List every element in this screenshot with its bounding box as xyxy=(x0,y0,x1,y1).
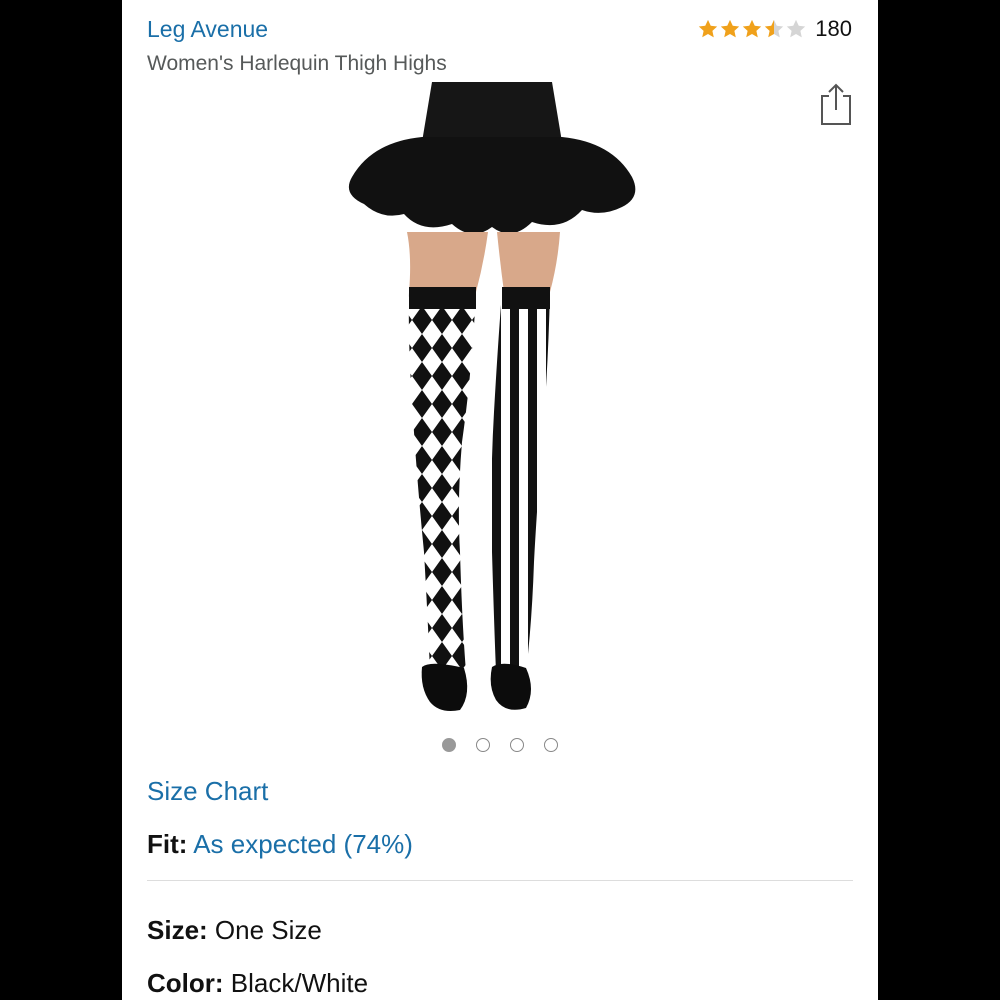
star-rating xyxy=(697,18,807,40)
color-value: Black/White xyxy=(230,968,369,998)
page-dot[interactable] xyxy=(442,738,456,752)
product-image[interactable] xyxy=(312,82,672,722)
page-dot[interactable] xyxy=(510,738,524,752)
color-info: Color: Black/White xyxy=(147,968,368,999)
size-value: One Size xyxy=(214,915,322,945)
star-icon xyxy=(699,19,718,38)
half-star-icon xyxy=(765,19,784,38)
star-icon xyxy=(721,19,740,38)
rating-count: 180 xyxy=(815,16,852,41)
page-dot[interactable] xyxy=(544,738,558,752)
brand-link[interactable]: Leg Avenue xyxy=(147,16,268,43)
share-icon[interactable] xyxy=(819,82,853,126)
left-black-bar xyxy=(0,0,122,1000)
product-panel: Leg Avenue Women's Harlequin Thigh Highs… xyxy=(122,0,878,1000)
fit-value-link[interactable]: As expected (74%) xyxy=(193,829,413,859)
fit-info: Fit: As expected (74%) xyxy=(147,829,413,860)
image-pagination xyxy=(122,738,878,752)
rating-summary[interactable]: 180 xyxy=(697,16,852,42)
right-black-bar xyxy=(878,0,1000,1000)
size-info: Size: One Size xyxy=(147,915,322,946)
size-chart-link[interactable]: Size Chart xyxy=(147,776,268,807)
empty-star-icon xyxy=(787,19,806,38)
color-label: Color: xyxy=(147,968,224,998)
fit-label: Fit: xyxy=(147,829,188,859)
divider xyxy=(147,880,853,881)
product-title: Women's Harlequin Thigh Highs xyxy=(147,52,447,75)
size-label: Size: xyxy=(147,915,208,945)
page-dot[interactable] xyxy=(476,738,490,752)
star-icon xyxy=(743,19,762,38)
